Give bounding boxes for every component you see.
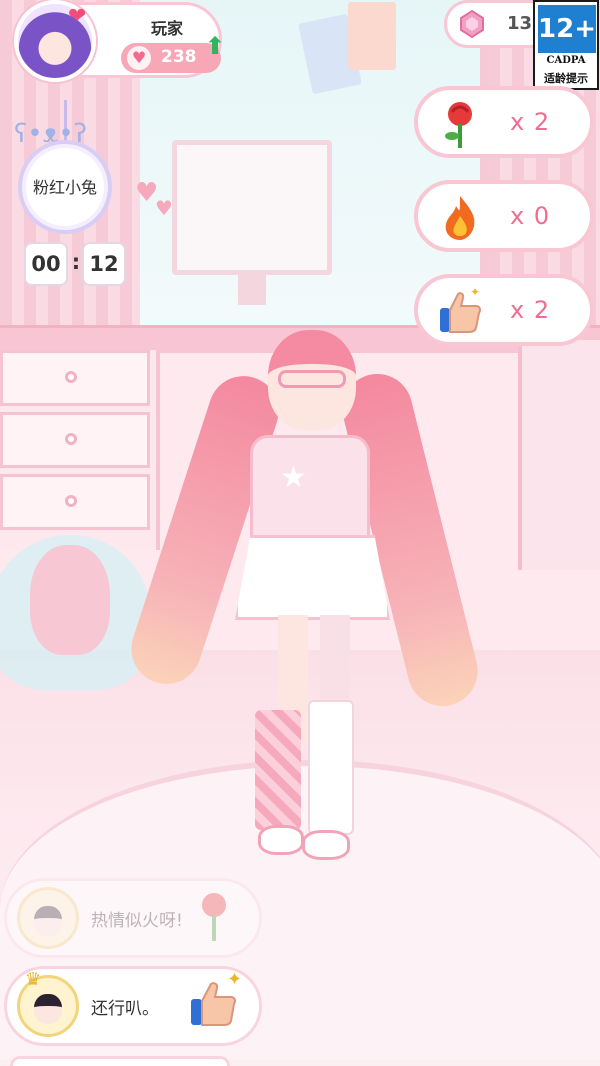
up-arrow-icon: ⬆ — [205, 32, 226, 60]
timer-separator: : — [71, 250, 81, 274]
bow-icon: ❤ — [68, 4, 87, 29]
crown-icon: ♛ — [25, 969, 42, 990]
fire-reaction-counter[interactable]: x 0 — [414, 180, 594, 252]
age-rating-badge: 12+ CADPA 适龄提示 — [533, 0, 599, 90]
player-name: 玩家 — [150, 19, 183, 38]
bunny-slipper — [302, 830, 350, 860]
rose-count: x 2 — [510, 108, 551, 136]
rose-icon — [445, 102, 472, 148]
theme-label: 粉红小兔 — [32, 178, 97, 197]
thumbs-up-icon: ✦ — [440, 286, 481, 333]
sparkle-icon: ✦ — [227, 969, 243, 990]
dress-up-character: ★ — [122, 330, 486, 890]
svg-text:✦: ✦ — [470, 286, 480, 299]
wardrobe — [518, 340, 600, 570]
age-rating-tip: 适龄提示 — [544, 72, 588, 85]
monitor — [172, 140, 332, 275]
drawer — [0, 412, 150, 468]
thumbs-up-count: x 2 — [510, 296, 551, 324]
drawer — [0, 350, 150, 406]
checkered-leg-warmer — [255, 710, 301, 830]
thumbs-up-reaction-counter[interactable]: ✦ x 2 — [414, 274, 594, 346]
drawer-cabinet — [0, 350, 160, 550]
poster — [348, 2, 396, 70]
fire-count: x 0 — [510, 202, 551, 230]
rating-organization: CADPA — [546, 55, 586, 66]
white-leg-warmer — [308, 700, 354, 835]
chat-bubble: ♛ 还行叭。 ✦ — [4, 966, 262, 1046]
character-skirt — [235, 535, 390, 620]
love-points-value: 238 — [161, 47, 197, 67]
gem-count: 13 — [507, 13, 533, 34]
heart-glasses — [278, 370, 346, 388]
drawer — [0, 474, 150, 530]
timer-seconds: 12 — [82, 242, 126, 286]
heart-hand-icon: ♥ — [127, 46, 151, 70]
heart-decoration: ♥ — [155, 196, 173, 220]
monitor-stand — [238, 275, 266, 305]
chat-avatar — [17, 887, 79, 949]
gem-icon — [460, 9, 484, 39]
chat-bubble-partial — [10, 1056, 230, 1066]
rose-reaction-counter[interactable]: x 2 — [414, 86, 594, 158]
chat-message: 热情似火呀! — [91, 911, 183, 931]
countdown-timer: 00 : 12 — [24, 242, 128, 288]
timer-minutes: 00 — [24, 242, 68, 286]
chat-message: 还行叭。 — [91, 999, 159, 1019]
chat-bubble: 热情似火呀! — [4, 878, 262, 958]
star-print-icon: ★ — [280, 460, 307, 495]
bunny-slipper — [258, 825, 304, 855]
theme-tag[interactable]: 粉红小兔 — [18, 140, 112, 234]
bunny-plush — [30, 545, 110, 655]
age-rating: 12+ — [538, 5, 596, 53]
character-top — [250, 435, 370, 545]
fire-icon — [445, 196, 475, 240]
rose-icon — [202, 893, 226, 941]
